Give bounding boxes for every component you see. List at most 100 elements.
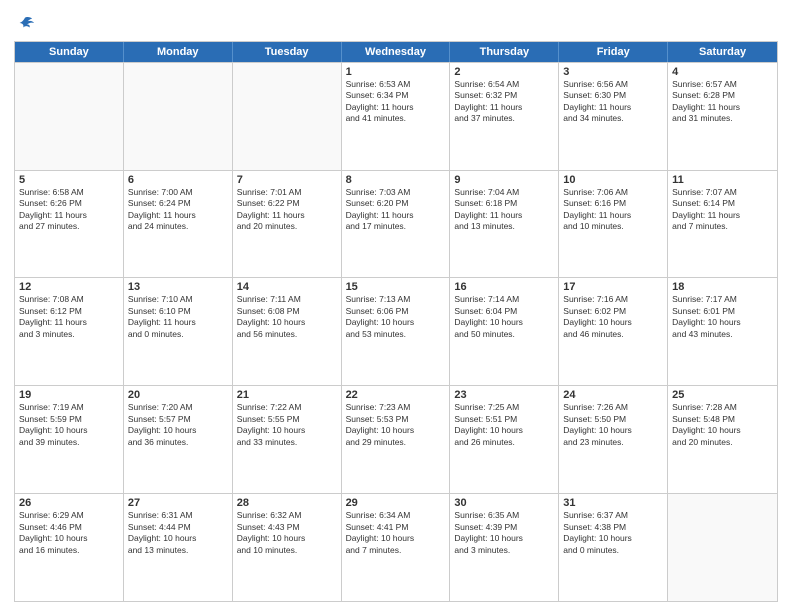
cell-day-number: 1 xyxy=(346,66,446,78)
weekday-header: Friday xyxy=(559,42,668,62)
logo-text xyxy=(14,14,34,37)
cell-day-number: 11 xyxy=(672,174,773,186)
cell-info: Sunrise: 6:54 AM Sunset: 6:32 PM Dayligh… xyxy=(454,79,554,125)
calendar-cell: 3Sunrise: 6:56 AM Sunset: 6:30 PM Daylig… xyxy=(559,63,668,170)
cell-day-number: 22 xyxy=(346,389,446,401)
calendar-cell: 2Sunrise: 6:54 AM Sunset: 6:32 PM Daylig… xyxy=(450,63,559,170)
cell-day-number: 5 xyxy=(19,174,119,186)
cell-day-number: 18 xyxy=(672,281,773,293)
calendar-cell: 23Sunrise: 7:25 AM Sunset: 5:51 PM Dayli… xyxy=(450,386,559,493)
cell-info: Sunrise: 7:17 AM Sunset: 6:01 PM Dayligh… xyxy=(672,294,773,340)
calendar-cell: 10Sunrise: 7:06 AM Sunset: 6:16 PM Dayli… xyxy=(559,171,668,278)
calendar-header-row: SundayMondayTuesdayWednesdayThursdayFrid… xyxy=(15,42,777,62)
calendar-cell: 12Sunrise: 7:08 AM Sunset: 6:12 PM Dayli… xyxy=(15,278,124,385)
cell-day-number: 29 xyxy=(346,497,446,509)
calendar-cell: 24Sunrise: 7:26 AM Sunset: 5:50 PM Dayli… xyxy=(559,386,668,493)
cell-info: Sunrise: 6:32 AM Sunset: 4:43 PM Dayligh… xyxy=(237,510,337,556)
cell-info: Sunrise: 7:08 AM Sunset: 6:12 PM Dayligh… xyxy=(19,294,119,340)
cell-day-number: 23 xyxy=(454,389,554,401)
cell-info: Sunrise: 6:58 AM Sunset: 6:26 PM Dayligh… xyxy=(19,187,119,233)
cell-day-number: 31 xyxy=(563,497,663,509)
cell-info: Sunrise: 6:35 AM Sunset: 4:39 PM Dayligh… xyxy=(454,510,554,556)
cell-day-number: 27 xyxy=(128,497,228,509)
weekday-header: Tuesday xyxy=(233,42,342,62)
cell-info: Sunrise: 7:01 AM Sunset: 6:22 PM Dayligh… xyxy=(237,187,337,233)
weekday-header: Saturday xyxy=(668,42,777,62)
cell-day-number: 28 xyxy=(237,497,337,509)
cell-day-number: 2 xyxy=(454,66,554,78)
calendar-cell xyxy=(124,63,233,170)
cell-info: Sunrise: 7:19 AM Sunset: 5:59 PM Dayligh… xyxy=(19,402,119,448)
cell-day-number: 26 xyxy=(19,497,119,509)
cell-info: Sunrise: 7:11 AM Sunset: 6:08 PM Dayligh… xyxy=(237,294,337,340)
cell-info: Sunrise: 6:56 AM Sunset: 6:30 PM Dayligh… xyxy=(563,79,663,125)
cell-info: Sunrise: 7:06 AM Sunset: 6:16 PM Dayligh… xyxy=(563,187,663,233)
calendar-cell: 6Sunrise: 7:00 AM Sunset: 6:24 PM Daylig… xyxy=(124,171,233,278)
calendar-cell: 19Sunrise: 7:19 AM Sunset: 5:59 PM Dayli… xyxy=(15,386,124,493)
logo xyxy=(14,14,34,35)
weekday-header: Sunday xyxy=(15,42,124,62)
calendar-cell: 26Sunrise: 6:29 AM Sunset: 4:46 PM Dayli… xyxy=(15,494,124,601)
calendar-cell: 14Sunrise: 7:11 AM Sunset: 6:08 PM Dayli… xyxy=(233,278,342,385)
cell-day-number: 25 xyxy=(672,389,773,401)
cell-info: Sunrise: 7:22 AM Sunset: 5:55 PM Dayligh… xyxy=(237,402,337,448)
calendar-cell: 7Sunrise: 7:01 AM Sunset: 6:22 PM Daylig… xyxy=(233,171,342,278)
cell-info: Sunrise: 7:23 AM Sunset: 5:53 PM Dayligh… xyxy=(346,402,446,448)
calendar-cell: 1Sunrise: 6:53 AM Sunset: 6:34 PM Daylig… xyxy=(342,63,451,170)
cell-info: Sunrise: 6:29 AM Sunset: 4:46 PM Dayligh… xyxy=(19,510,119,556)
calendar-row: 26Sunrise: 6:29 AM Sunset: 4:46 PM Dayli… xyxy=(15,493,777,601)
calendar-cell: 27Sunrise: 6:31 AM Sunset: 4:44 PM Dayli… xyxy=(124,494,233,601)
calendar-cell: 4Sunrise: 6:57 AM Sunset: 6:28 PM Daylig… xyxy=(668,63,777,170)
calendar-cell xyxy=(15,63,124,170)
cell-info: Sunrise: 7:13 AM Sunset: 6:06 PM Dayligh… xyxy=(346,294,446,340)
cell-info: Sunrise: 7:26 AM Sunset: 5:50 PM Dayligh… xyxy=(563,402,663,448)
cell-day-number: 9 xyxy=(454,174,554,186)
weekday-header: Wednesday xyxy=(342,42,451,62)
page: SundayMondayTuesdayWednesdayThursdayFrid… xyxy=(0,0,792,612)
calendar-cell xyxy=(668,494,777,601)
calendar-row: 5Sunrise: 6:58 AM Sunset: 6:26 PM Daylig… xyxy=(15,170,777,278)
cell-info: Sunrise: 6:53 AM Sunset: 6:34 PM Dayligh… xyxy=(346,79,446,125)
cell-info: Sunrise: 7:10 AM Sunset: 6:10 PM Dayligh… xyxy=(128,294,228,340)
logo-bird-icon xyxy=(16,14,34,32)
cell-info: Sunrise: 6:31 AM Sunset: 4:44 PM Dayligh… xyxy=(128,510,228,556)
calendar-cell: 25Sunrise: 7:28 AM Sunset: 5:48 PM Dayli… xyxy=(668,386,777,493)
cell-day-number: 10 xyxy=(563,174,663,186)
cell-info: Sunrise: 7:04 AM Sunset: 6:18 PM Dayligh… xyxy=(454,187,554,233)
calendar: SundayMondayTuesdayWednesdayThursdayFrid… xyxy=(14,41,778,602)
calendar-cell: 16Sunrise: 7:14 AM Sunset: 6:04 PM Dayli… xyxy=(450,278,559,385)
cell-day-number: 24 xyxy=(563,389,663,401)
calendar-row: 19Sunrise: 7:19 AM Sunset: 5:59 PM Dayli… xyxy=(15,385,777,493)
cell-info: Sunrise: 7:28 AM Sunset: 5:48 PM Dayligh… xyxy=(672,402,773,448)
weekday-header: Monday xyxy=(124,42,233,62)
cell-day-number: 15 xyxy=(346,281,446,293)
cell-day-number: 3 xyxy=(563,66,663,78)
calendar-row: 12Sunrise: 7:08 AM Sunset: 6:12 PM Dayli… xyxy=(15,277,777,385)
cell-info: Sunrise: 6:34 AM Sunset: 4:41 PM Dayligh… xyxy=(346,510,446,556)
calendar-cell: 29Sunrise: 6:34 AM Sunset: 4:41 PM Dayli… xyxy=(342,494,451,601)
cell-info: Sunrise: 6:37 AM Sunset: 4:38 PM Dayligh… xyxy=(563,510,663,556)
calendar-cell: 13Sunrise: 7:10 AM Sunset: 6:10 PM Dayli… xyxy=(124,278,233,385)
calendar-body: 1Sunrise: 6:53 AM Sunset: 6:34 PM Daylig… xyxy=(15,62,777,601)
cell-day-number: 19 xyxy=(19,389,119,401)
cell-day-number: 7 xyxy=(237,174,337,186)
cell-info: Sunrise: 7:07 AM Sunset: 6:14 PM Dayligh… xyxy=(672,187,773,233)
calendar-cell: 30Sunrise: 6:35 AM Sunset: 4:39 PM Dayli… xyxy=(450,494,559,601)
calendar-cell: 28Sunrise: 6:32 AM Sunset: 4:43 PM Dayli… xyxy=(233,494,342,601)
calendar-cell: 17Sunrise: 7:16 AM Sunset: 6:02 PM Dayli… xyxy=(559,278,668,385)
cell-day-number: 16 xyxy=(454,281,554,293)
calendar-cell: 15Sunrise: 7:13 AM Sunset: 6:06 PM Dayli… xyxy=(342,278,451,385)
cell-info: Sunrise: 7:16 AM Sunset: 6:02 PM Dayligh… xyxy=(563,294,663,340)
cell-info: Sunrise: 7:03 AM Sunset: 6:20 PM Dayligh… xyxy=(346,187,446,233)
cell-day-number: 12 xyxy=(19,281,119,293)
cell-day-number: 17 xyxy=(563,281,663,293)
cell-day-number: 21 xyxy=(237,389,337,401)
calendar-cell: 31Sunrise: 6:37 AM Sunset: 4:38 PM Dayli… xyxy=(559,494,668,601)
calendar-cell: 8Sunrise: 7:03 AM Sunset: 6:20 PM Daylig… xyxy=(342,171,451,278)
cell-info: Sunrise: 7:20 AM Sunset: 5:57 PM Dayligh… xyxy=(128,402,228,448)
cell-day-number: 4 xyxy=(672,66,773,78)
cell-info: Sunrise: 6:57 AM Sunset: 6:28 PM Dayligh… xyxy=(672,79,773,125)
cell-day-number: 30 xyxy=(454,497,554,509)
calendar-cell xyxy=(233,63,342,170)
cell-day-number: 6 xyxy=(128,174,228,186)
